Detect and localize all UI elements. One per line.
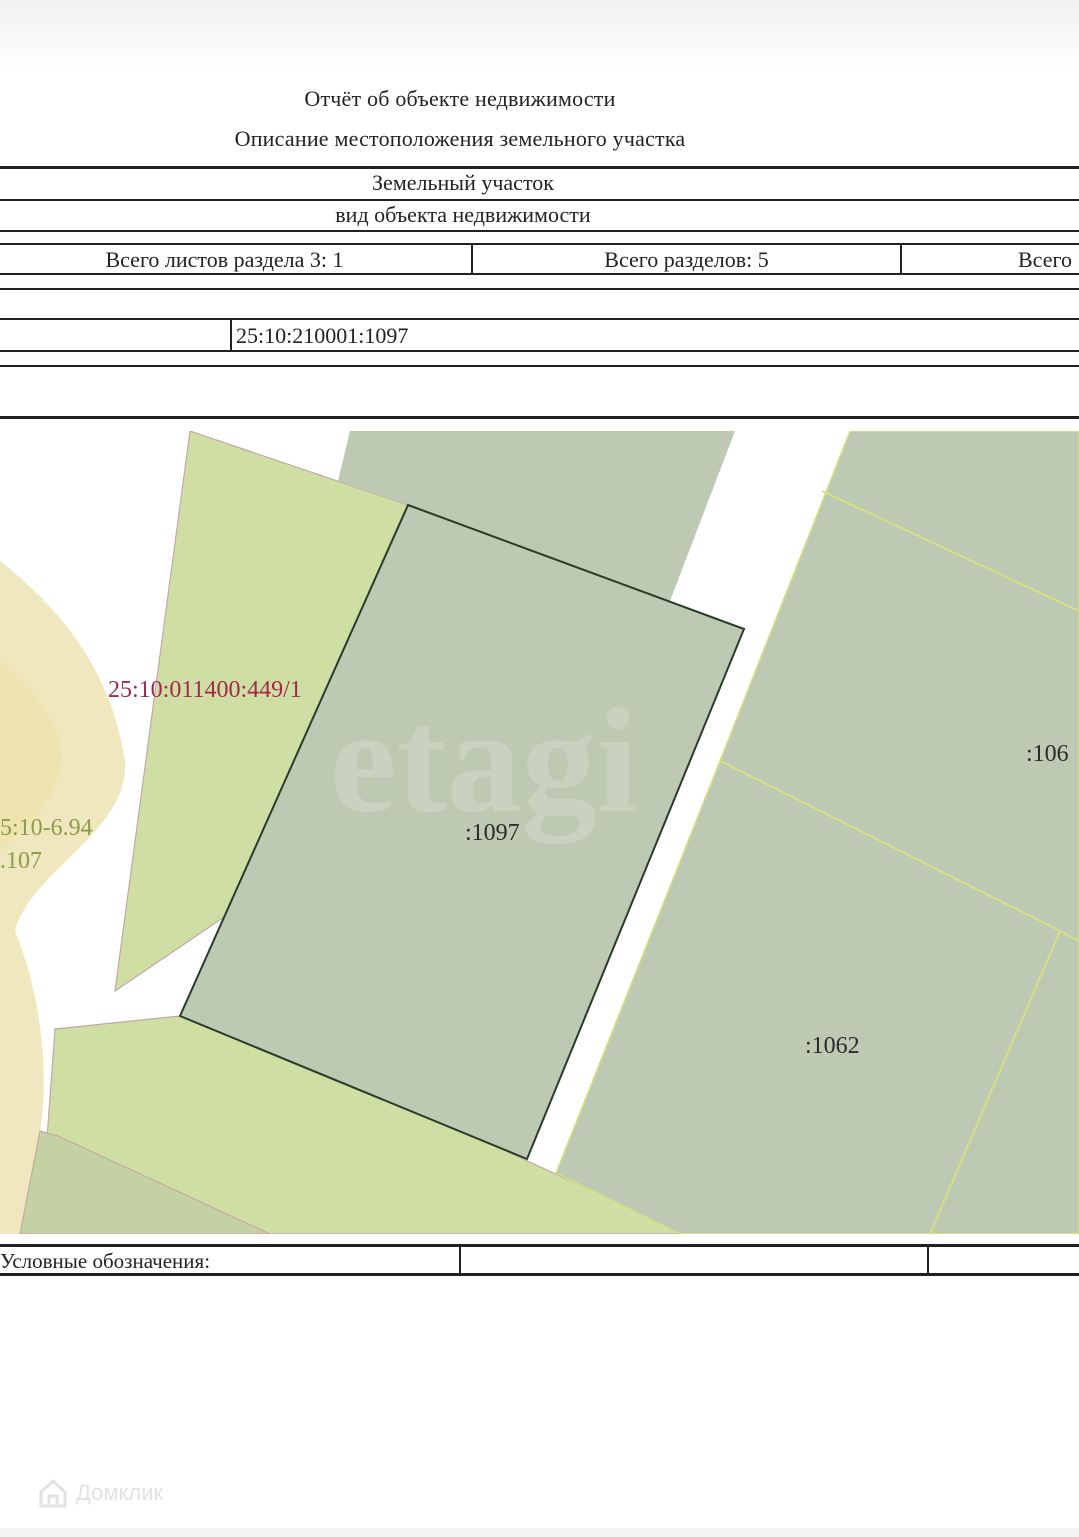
table-line bbox=[0, 318, 1079, 320]
table-line bbox=[0, 365, 1079, 367]
table-line bbox=[0, 230, 1079, 232]
label-parcel-1062: :1062 bbox=[805, 1033, 860, 1059]
table-line bbox=[0, 416, 1079, 419]
legend-line bbox=[0, 1244, 1079, 1247]
object-type: Земельный участок bbox=[372, 170, 554, 195]
table-line bbox=[0, 199, 1079, 201]
total-sections: Всего разделов: 5 bbox=[604, 247, 769, 272]
bottom-bar bbox=[0, 1528, 1079, 1537]
table-line bbox=[0, 350, 1079, 352]
house-logo-icon bbox=[39, 1478, 67, 1508]
cadastral-number: 25:10:210001:1097 bbox=[236, 323, 409, 348]
table-divider bbox=[230, 320, 232, 350]
sheets-in-section: Всего листов раздела 3: 1 bbox=[105, 247, 344, 272]
domclick-watermark: Домклик bbox=[36, 1475, 163, 1511]
table-line bbox=[0, 166, 1079, 169]
table-line bbox=[0, 243, 1079, 245]
document-title: Отчёт об объекте недвижимости bbox=[304, 86, 616, 111]
cadastral-map: etagi :1097 :1062 :106 25:10:011400:449/… bbox=[0, 431, 1079, 1234]
label-parcel-1097: :1097 bbox=[465, 820, 520, 846]
total-sheets-cut: Всего bbox=[1018, 247, 1072, 272]
table-divider bbox=[900, 245, 902, 273]
label-parcel-right: :106 bbox=[1026, 741, 1069, 767]
document-subtitle: Описание местоположения земельного участ… bbox=[234, 126, 686, 151]
legend-divider bbox=[927, 1246, 929, 1274]
table-line bbox=[0, 273, 1079, 275]
domclick-brand: Домклик bbox=[76, 1480, 164, 1505]
top-fade bbox=[0, 0, 1079, 70]
label-zone-1: 5:10-6.94 bbox=[0, 815, 93, 841]
legend-label: Условные обозначения: bbox=[0, 1249, 211, 1273]
object-type-caption: вид объекта недвижимости bbox=[335, 202, 591, 227]
label-zone-2: .107 bbox=[0, 848, 42, 874]
legend-divider bbox=[459, 1246, 461, 1274]
label-neighbor-parcel: 25:10:011400:449/1 bbox=[108, 677, 302, 703]
table-line bbox=[0, 288, 1079, 290]
